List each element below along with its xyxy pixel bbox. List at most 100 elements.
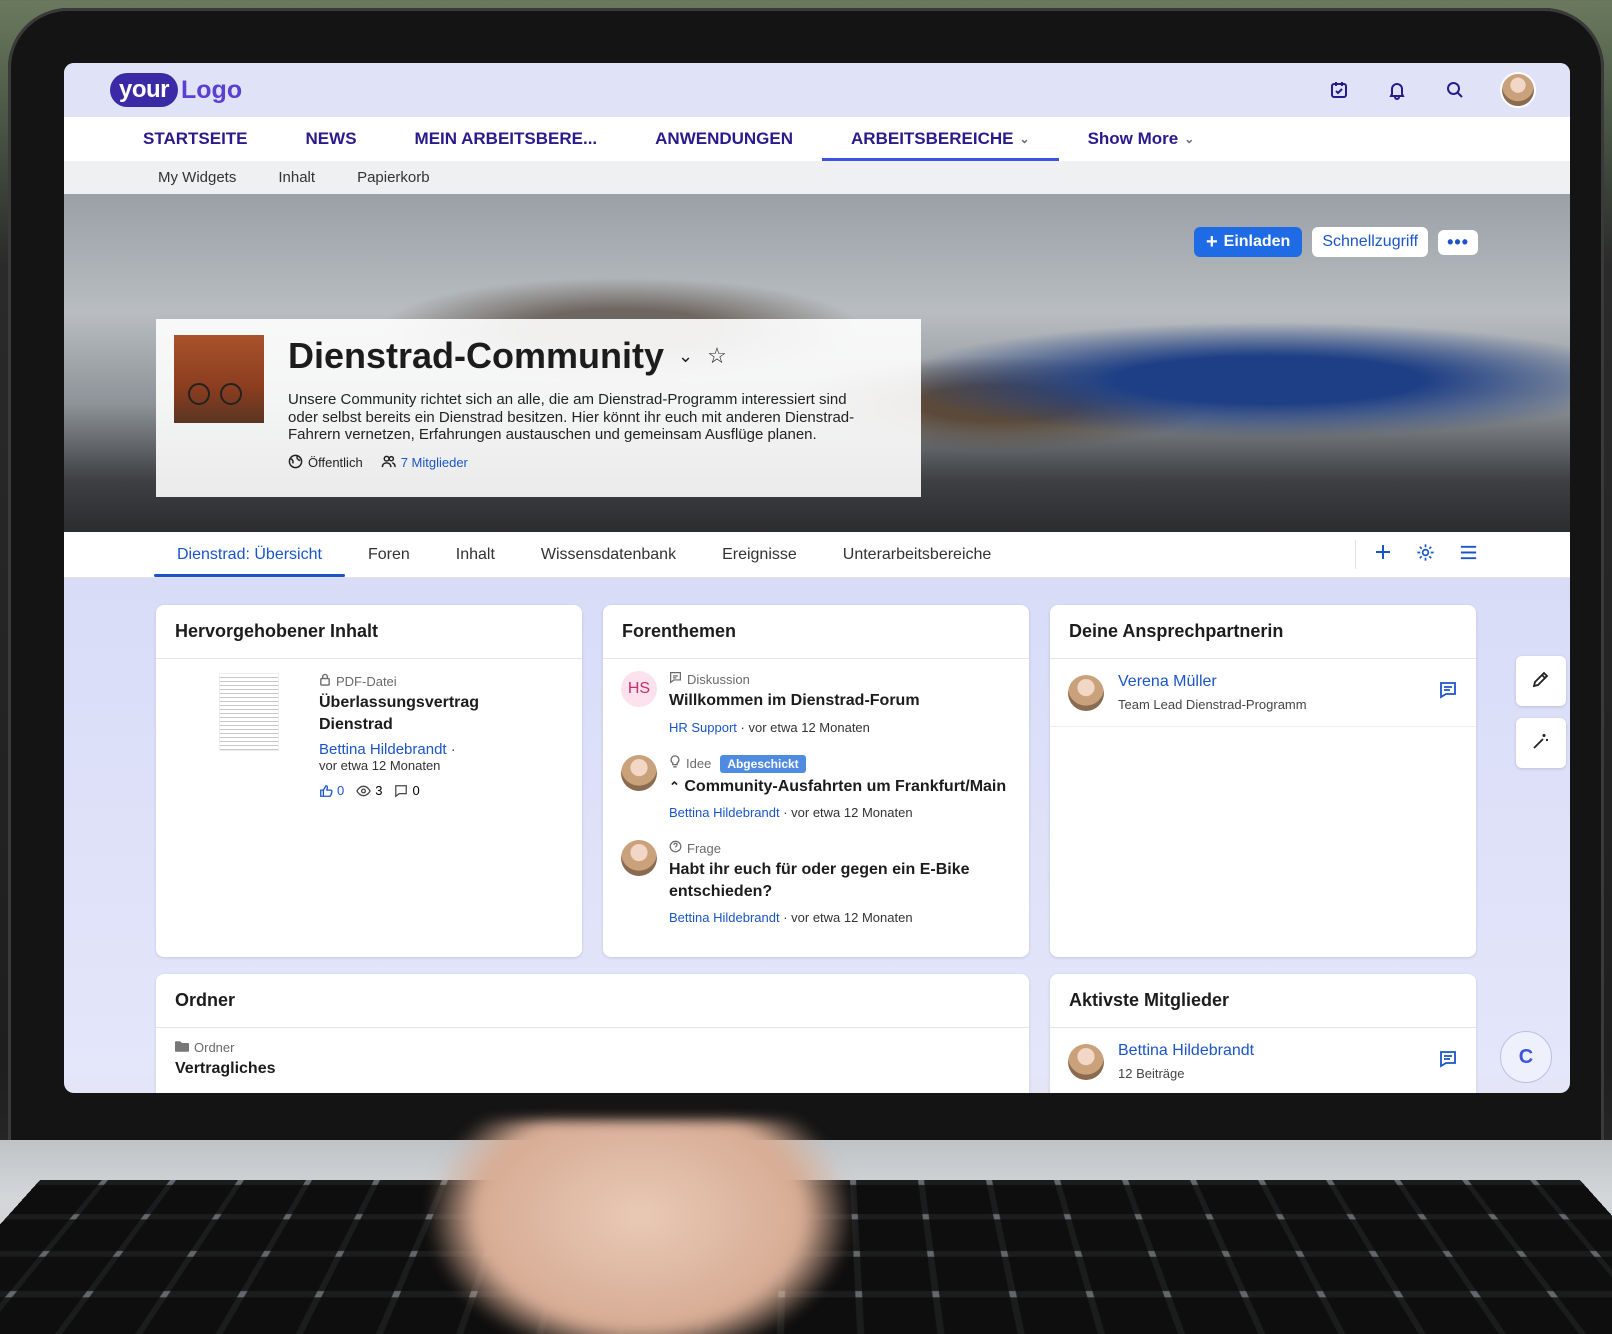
- thumbs-up-icon[interactable]: [319, 784, 333, 798]
- comments-count: 0: [412, 783, 419, 798]
- more-options-button[interactable]: •••: [1438, 230, 1478, 255]
- topic-author[interactable]: Bettina Hildebrandt: [669, 805, 780, 820]
- topic-title[interactable]: Community-Ausfahrten um Frankfurt/Main: [684, 778, 1006, 795]
- member-name[interactable]: Bettina Hildebrandt: [1118, 1042, 1254, 1060]
- edit-button[interactable]: [1516, 656, 1566, 706]
- subnav-my-widgets[interactable]: My Widgets: [158, 169, 236, 186]
- message-icon[interactable]: [1438, 680, 1458, 705]
- tab-foren[interactable]: Foren: [345, 532, 433, 577]
- forum-item[interactable]: Frage Habt ihr euch für oder gegen ein E…: [603, 840, 1029, 925]
- author-link[interactable]: Bettina Hildebrandt: [319, 741, 447, 758]
- author-avatar: [621, 755, 657, 791]
- double-chevron-up-icon: ⌃: [669, 779, 680, 794]
- author-avatar: [621, 840, 657, 876]
- tab-wissensdatenbank[interactable]: Wissensdatenbank: [518, 532, 699, 577]
- topic-author[interactable]: Bettina Hildebrandt: [669, 910, 780, 925]
- top-icons: [1326, 72, 1536, 108]
- tab-uebersicht[interactable]: Dienstrad: Übersicht: [154, 532, 345, 577]
- star-icon[interactable]: ☆: [707, 343, 727, 369]
- side-tools: [1516, 656, 1566, 768]
- quick-access-button[interactable]: Schnellzugriff: [1312, 227, 1428, 257]
- file-title[interactable]: Überlassungsvertrag Dienstrad: [319, 692, 489, 735]
- contact-name[interactable]: Verena Müller: [1118, 673, 1307, 691]
- folder-icon: [175, 1040, 189, 1055]
- hr-support-avatar: HS: [621, 671, 657, 707]
- members-link[interactable]: 7 Mitglieder: [401, 455, 468, 470]
- tab-inhalt[interactable]: Inhalt: [433, 532, 518, 577]
- invite-label: Einladen: [1224, 233, 1291, 251]
- nav-anwendungen[interactable]: ANWENDUNGEN: [626, 117, 822, 161]
- card-title: Ordner: [156, 974, 1029, 1028]
- card-title: Hervorgehobener Inhalt: [156, 605, 582, 659]
- contact-person-card: Deine Ansprechpartnerin Verena Müller Te…: [1050, 605, 1476, 957]
- tab-ereignisse[interactable]: Ereignisse: [699, 532, 820, 577]
- likes-count: 0: [337, 783, 344, 798]
- assistant-fab[interactable]: C: [1500, 1031, 1552, 1083]
- forum-item[interactable]: Idee Abgeschickt ⌃ Community-Ausfahrten …: [603, 755, 1029, 821]
- nav-label: MEIN ARBEITSBERE...: [415, 129, 598, 149]
- folder-name[interactable]: Vertragliches: [175, 1058, 1010, 1080]
- forum-item[interactable]: HS Diskussion Willkommen im Dienstrad-Fo…: [603, 671, 1029, 735]
- screen: your Logo STARTSEITE NEWS MEIN ARBEITSBE…: [64, 63, 1570, 1093]
- nav-label: ANWENDUNGEN: [655, 129, 793, 149]
- nav-mein-arbeitsbereich[interactable]: MEIN ARBEITSBERE...: [386, 117, 627, 161]
- topic-time: · vor etwa 12 Monaten: [741, 720, 870, 735]
- question-icon: [669, 840, 682, 856]
- topic-time: · vor etwa 12 Monaten: [783, 910, 912, 925]
- top-bar: your Logo: [64, 63, 1570, 117]
- nav-startseite[interactable]: STARTSEITE: [114, 117, 277, 161]
- topic-type: Frage: [687, 841, 721, 856]
- plus-icon: +: [1206, 234, 1218, 250]
- topic-author[interactable]: HR Support: [669, 720, 737, 735]
- message-icon[interactable]: [1438, 1049, 1458, 1074]
- nav-show-more[interactable]: Show More ⌄: [1059, 117, 1224, 161]
- nav-label: ARBEITSBEREICHE: [851, 129, 1013, 149]
- chevron-down-icon[interactable]: ⌄: [678, 346, 693, 367]
- topic-time: · vor etwa 12 Monaten: [783, 805, 912, 820]
- gear-icon[interactable]: [1416, 543, 1435, 567]
- hero-banner: + Einladen Schnellzugriff ••• Dienstrad-…: [64, 194, 1570, 532]
- workspace-tabs: Dienstrad: Übersicht Foren Inhalt Wissen…: [64, 532, 1570, 578]
- tab-tools: [1355, 540, 1570, 569]
- topic-title[interactable]: Habt ihr euch für oder gegen ein E-Bike …: [669, 859, 979, 902]
- add-icon[interactable]: [1374, 543, 1392, 566]
- member-avatar[interactable]: [1068, 1044, 1104, 1080]
- invite-button[interactable]: + Einladen: [1194, 227, 1302, 257]
- folder-card: Ordner Ordner Vertragliches: [156, 974, 1029, 1093]
- nav-news[interactable]: NEWS: [277, 117, 386, 161]
- visibility-label: Öffentlich: [308, 455, 363, 470]
- calendar-check-icon[interactable]: [1326, 77, 1352, 103]
- tab-unterarbeitsbereiche[interactable]: Unterarbeitsbereiche: [820, 532, 1015, 577]
- folder-type: Ordner: [194, 1040, 234, 1055]
- logo-word: Logo: [181, 76, 242, 105]
- nav-arbeitsbereiche[interactable]: ARBEITSBEREICHE ⌄: [822, 117, 1059, 161]
- bell-icon[interactable]: [1384, 77, 1410, 103]
- members-icon: [381, 454, 396, 472]
- member-posts: 12 Beiträge: [1118, 1066, 1254, 1081]
- comment-icon[interactable]: [394, 784, 408, 798]
- main-nav: STARTSEITE NEWS MEIN ARBEITSBERE... ANWE…: [64, 117, 1570, 161]
- search-icon[interactable]: [1442, 77, 1468, 103]
- user-avatar[interactable]: [1500, 72, 1536, 108]
- logo-your: your: [110, 73, 178, 107]
- subnav-inhalt[interactable]: Inhalt: [278, 169, 315, 186]
- community-title: Dienstrad-Community: [288, 335, 664, 377]
- logo[interactable]: your Logo: [110, 73, 242, 107]
- contact-role: Team Lead Dienstrad-Programm: [1118, 697, 1307, 712]
- magic-wand-icon: [1531, 731, 1551, 756]
- topic-title[interactable]: Willkommen im Dienstrad-Forum: [669, 690, 920, 712]
- subnav-papierkorb[interactable]: Papierkorb: [357, 169, 430, 186]
- contact-avatar[interactable]: [1068, 675, 1104, 711]
- magic-wand-button[interactable]: [1516, 718, 1566, 768]
- topic-type: Diskussion: [687, 672, 750, 687]
- card-title: Aktivste Mitglieder: [1050, 974, 1476, 1028]
- community-description: Unsere Community richtet sich an alle, d…: [288, 391, 878, 444]
- workspace-content: Hervorgehobener Inhalt PDF-Datei Überlas…: [64, 578, 1570, 1078]
- chevron-down-icon: ⌄: [1184, 132, 1194, 146]
- file-type: PDF-Datei: [336, 674, 397, 689]
- pdf-thumbnail[interactable]: [219, 673, 279, 751]
- highlighted-content-card: Hervorgehobener Inhalt PDF-Datei Überlas…: [156, 605, 582, 957]
- menu-icon[interactable]: [1459, 543, 1478, 567]
- nav-label: Show More: [1088, 129, 1179, 149]
- lock-icon: [319, 673, 331, 689]
